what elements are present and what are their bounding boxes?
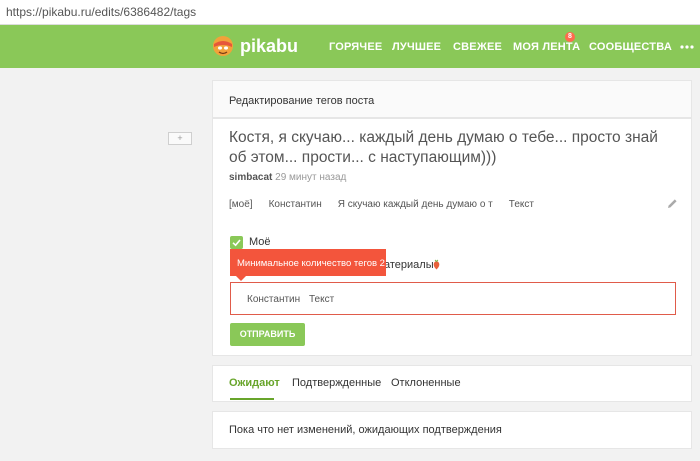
- tooltip-arrow: [236, 276, 246, 281]
- post-tags: [моё] Константин Я скучаю каждый день ду…: [229, 199, 550, 210]
- tags-input[interactable]: Константин Текст: [230, 282, 676, 315]
- post-tag[interactable]: Текст: [509, 199, 534, 210]
- tab-pending[interactable]: Ожидают: [229, 377, 280, 389]
- empty-state-message: Пока что нет изменений, ожидающих подтве…: [229, 424, 502, 436]
- my-feed-badge: 8: [565, 32, 575, 42]
- nav-best[interactable]: ЛУЧШЕЕ: [392, 41, 441, 53]
- post-title[interactable]: Костя, я скучаю... каждый день думаю о т…: [229, 128, 669, 168]
- post-tag[interactable]: Я скучаю каждый день думаю о т: [338, 199, 493, 210]
- second-option-label: атериалы: [384, 259, 434, 271]
- site-header: pikabu ГОРЯЧЕЕ ЛУЧШЕЕ СВЕЖЕЕ МОЯ ЛЕНТА 8…: [0, 25, 700, 68]
- more-dots-icon[interactable]: [679, 42, 695, 52]
- strawberry-icon: [433, 259, 440, 270]
- post-tag[interactable]: Константин: [269, 199, 322, 210]
- address-bar[interactable]: https://pikabu.ru/edits/6386482/tags: [0, 0, 700, 25]
- input-tag[interactable]: Константин: [247, 294, 300, 305]
- collapse-button[interactable]: +: [168, 132, 192, 145]
- nav-my-feed[interactable]: МОЯ ЛЕНТА: [513, 41, 580, 53]
- submit-button[interactable]: ОТПРАВИТЬ: [230, 323, 305, 346]
- logo[interactable]: pikabu: [212, 33, 298, 59]
- checkbox-label: Моё: [249, 236, 271, 248]
- pikabu-logo-icon: [213, 36, 233, 56]
- post-author[interactable]: simbacat: [229, 172, 272, 183]
- pencil-icon[interactable]: [667, 198, 678, 209]
- post-meta: simbacat 29 минут назад: [229, 172, 346, 183]
- tab-rejected[interactable]: Отклоненные: [391, 377, 461, 389]
- page-title: Редактирование тегов поста: [229, 95, 375, 107]
- tab-approved[interactable]: Подтвержденные: [292, 377, 381, 389]
- nav-hot[interactable]: ГОРЯЧЕЕ: [329, 41, 382, 53]
- post-tag[interactable]: [моё]: [229, 199, 253, 210]
- input-tag[interactable]: Текст: [309, 294, 334, 305]
- logo-text: pikabu: [240, 35, 299, 56]
- nav-communities[interactable]: СООБЩЕСТВА: [589, 41, 672, 53]
- url-text: https://pikabu.ru/edits/6386482/tags: [6, 5, 197, 19]
- error-tooltip: Минимальное количество тегов 2: [230, 249, 386, 276]
- edit-title-card: Редактирование тегов поста: [212, 80, 692, 118]
- post-time: 29 минут назад: [275, 172, 347, 183]
- check-icon: [232, 239, 241, 247]
- my-content-checkbox[interactable]: [230, 236, 243, 249]
- active-tab-indicator: [230, 398, 274, 400]
- nav-fresh[interactable]: СВЕЖЕЕ: [453, 41, 502, 53]
